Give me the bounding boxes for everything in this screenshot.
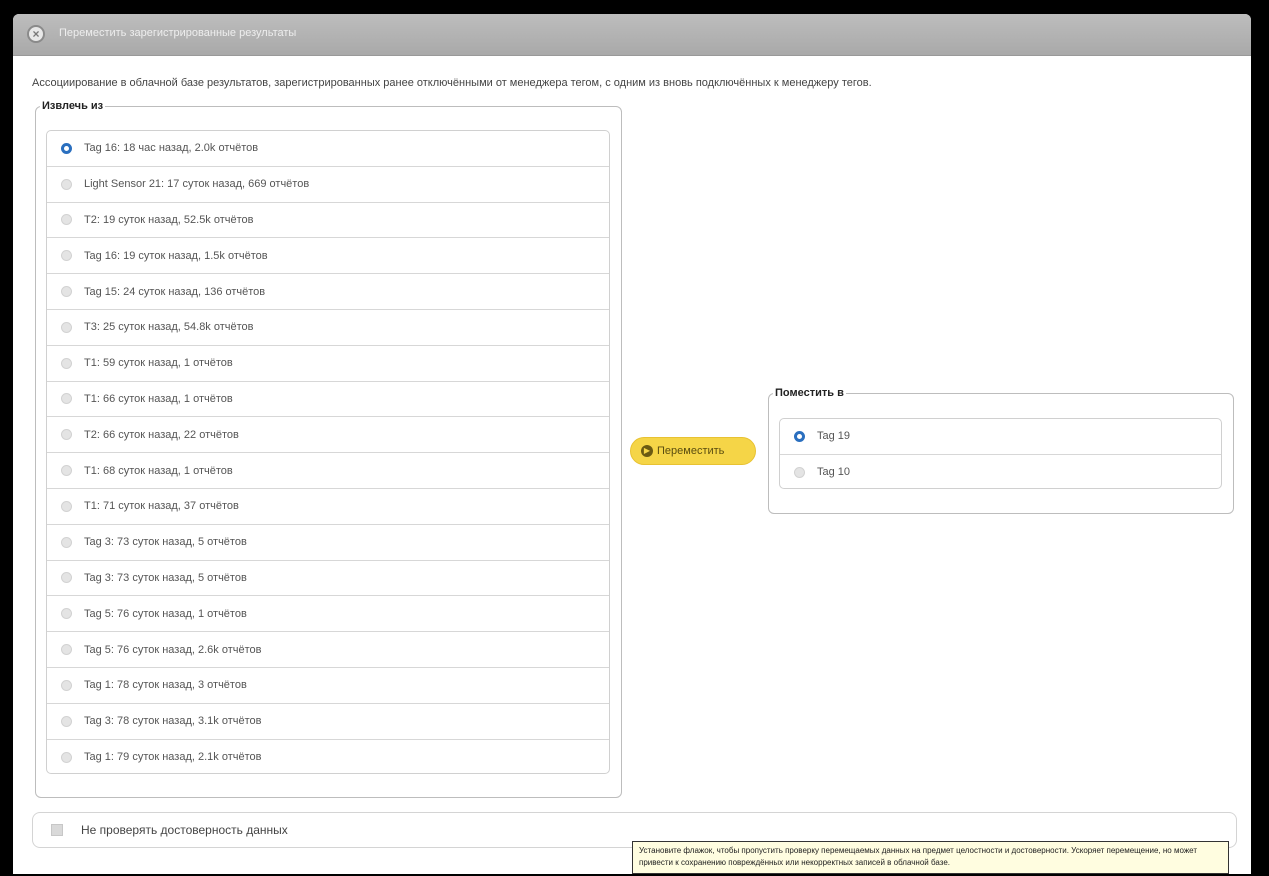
from-tag-item[interactable]: T2: 19 суток назад, 52.5k отчётов	[47, 203, 609, 239]
radio-button[interactable]	[61, 465, 72, 477]
from-tag-item-label: Tag 1: 79 суток назад, 2.1k отчётов	[84, 751, 262, 764]
from-tag-item[interactable]: Tag 3: 73 суток назад, 5 отчётов	[47, 561, 609, 597]
radio-button[interactable]	[61, 321, 72, 333]
from-tag-item[interactable]: Tag 3: 78 суток назад, 3.1k отчётов	[47, 704, 609, 740]
radio-button[interactable]	[61, 393, 72, 405]
dialog-title: Переместить зарегистрированные результат…	[59, 27, 297, 39]
from-tag-item-label: Tag 3: 73 суток назад, 5 отчётов	[84, 571, 247, 584]
from-tag-item[interactable]: T2: 66 суток назад, 22 отчётов	[47, 417, 609, 454]
radio-button[interactable]	[61, 250, 72, 262]
from-tag-item[interactable]: Tag 16: 18 час назад, 2.0k отчётов	[47, 131, 609, 167]
from-tag-item[interactable]: Tag 1: 79 суток назад, 2.1k отчётов	[47, 740, 609, 773]
radio-button[interactable]	[61, 286, 72, 298]
from-tag-item-label: T1: 71 суток назад, 37 отчётов	[84, 500, 239, 513]
from-tag-item-label: T1: 68 суток назад, 1 отчётов	[84, 464, 233, 477]
radio-button[interactable]	[61, 429, 72, 441]
from-tag-list: Tag 16: 18 час назад, 2.0k отчётов Light …	[46, 130, 610, 774]
from-tag-item[interactable]: Light Sensor 21: 17 суток назад, 669 отч…	[47, 167, 609, 203]
from-tag-item-label: Tag 15: 24 суток назад, 136 отчётов	[84, 285, 266, 298]
radio-button[interactable]	[61, 751, 72, 763]
from-tag-item-label: T3: 25 суток назад, 54.8k отчётов	[84, 321, 254, 334]
from-tag-item-label: Tag 5: 76 суток назад, 1 отчётов	[84, 607, 247, 620]
from-tag-item-label: T2: 19 суток назад, 52.5k отчётов	[84, 213, 254, 226]
from-tag-item[interactable]: T3: 25 суток назад, 54.8k отчётов	[47, 310, 609, 346]
radio-button[interactable]	[61, 536, 72, 548]
dialog-description: Ассоциирование в облачной базе результат…	[32, 77, 872, 89]
to-tag-item-label: Tag 19	[817, 430, 851, 443]
from-tag-item-label: Tag 16: 18 час назад, 2.0k отчётов	[84, 142, 259, 155]
from-tag-item-label: Tag 5: 76 суток назад, 2.6k отчётов	[84, 643, 262, 656]
from-group-legend: Извлечь из	[42, 100, 104, 112]
to-tag-item-label: Tag 10	[817, 466, 851, 479]
radio-button[interactable]	[61, 214, 72, 226]
from-tag-item[interactable]: T1: 66 суток назад, 1 отчётов	[47, 382, 609, 418]
to-tag-item[interactable]: Tag 19	[780, 419, 1221, 455]
from-tag-item[interactable]: Tag 5: 76 суток назад, 2.6k отчётов	[47, 632, 609, 668]
move-button-label: Переместить	[657, 445, 725, 457]
from-tag-item-label: T2: 66 суток назад, 22 отчётов	[84, 428, 239, 441]
integrity-checkbox[interactable]	[51, 824, 63, 836]
radio-button[interactable]	[61, 679, 72, 691]
close-icon[interactable]: ×	[27, 25, 45, 43]
from-tag-item[interactable]: Tag 5: 76 суток назад, 1 отчётов	[47, 596, 609, 633]
from-tag-item-label: Tag 16: 19 суток назад, 1.5k отчётов	[84, 249, 268, 262]
from-tag-item[interactable]: T1: 59 суток назад, 1 отчётов	[47, 346, 609, 382]
to-tag-list: Tag 19 Tag 10	[779, 418, 1222, 489]
integrity-check-label: Не проверять достоверность данных	[81, 823, 288, 837]
from-tag-item[interactable]: Tag 15: 24 суток назад, 136 отчётов	[47, 274, 609, 310]
move-results-dialog: × Переместить зарегистрированные результ…	[13, 14, 1251, 874]
radio-button[interactable]	[61, 357, 72, 369]
from-tag-item[interactable]: Tag 16: 19 суток назад, 1.5k отчётов	[47, 238, 609, 275]
radio-button[interactable]	[794, 430, 805, 442]
from-tag-item-label: Tag 3: 78 суток назад, 3.1k отчётов	[84, 715, 262, 728]
from-tag-item-label: T1: 66 суток назад, 1 отчётов	[84, 392, 233, 405]
from-tag-item-label: T1: 59 суток назад, 1 отчётов	[84, 357, 233, 370]
radio-button[interactable]	[61, 644, 72, 656]
radio-button[interactable]	[61, 500, 72, 512]
from-tag-item[interactable]: T1: 68 суток назад, 1 отчётов	[47, 453, 609, 489]
from-tag-item[interactable]: T1: 71 суток назад, 37 отчётов	[47, 489, 609, 525]
radio-button[interactable]	[61, 572, 72, 584]
dialog-titlebar: × Переместить зарегистрированные результ…	[13, 14, 1251, 56]
from-tag-item-label: Tag 3: 73 суток назад, 5 отчётов	[84, 536, 247, 549]
from-tag-item[interactable]: Tag 3: 73 суток назад, 5 отчётов	[47, 525, 609, 561]
from-tag-item-label: Light Sensor 21: 17 суток назад, 669 отч…	[84, 178, 310, 191]
move-button[interactable]: ▶ Переместить	[630, 437, 756, 465]
from-tag-item-label: Tag 1: 78 суток назад, 3 отчётов	[84, 679, 247, 692]
arrow-right-icon: ▶	[641, 445, 653, 457]
radio-button[interactable]	[794, 466, 805, 478]
radio-button[interactable]	[61, 715, 72, 727]
radio-button[interactable]	[61, 142, 72, 154]
tooltip: Установите флажок, чтобы пропустить пров…	[632, 841, 1229, 874]
from-tag-item[interactable]: Tag 1: 78 суток назад, 3 отчётов	[47, 668, 609, 704]
radio-button[interactable]	[61, 178, 72, 190]
to-tag-item[interactable]: Tag 10	[780, 455, 1221, 489]
to-group-legend: Поместить в	[775, 387, 844, 399]
radio-button[interactable]	[61, 608, 72, 620]
